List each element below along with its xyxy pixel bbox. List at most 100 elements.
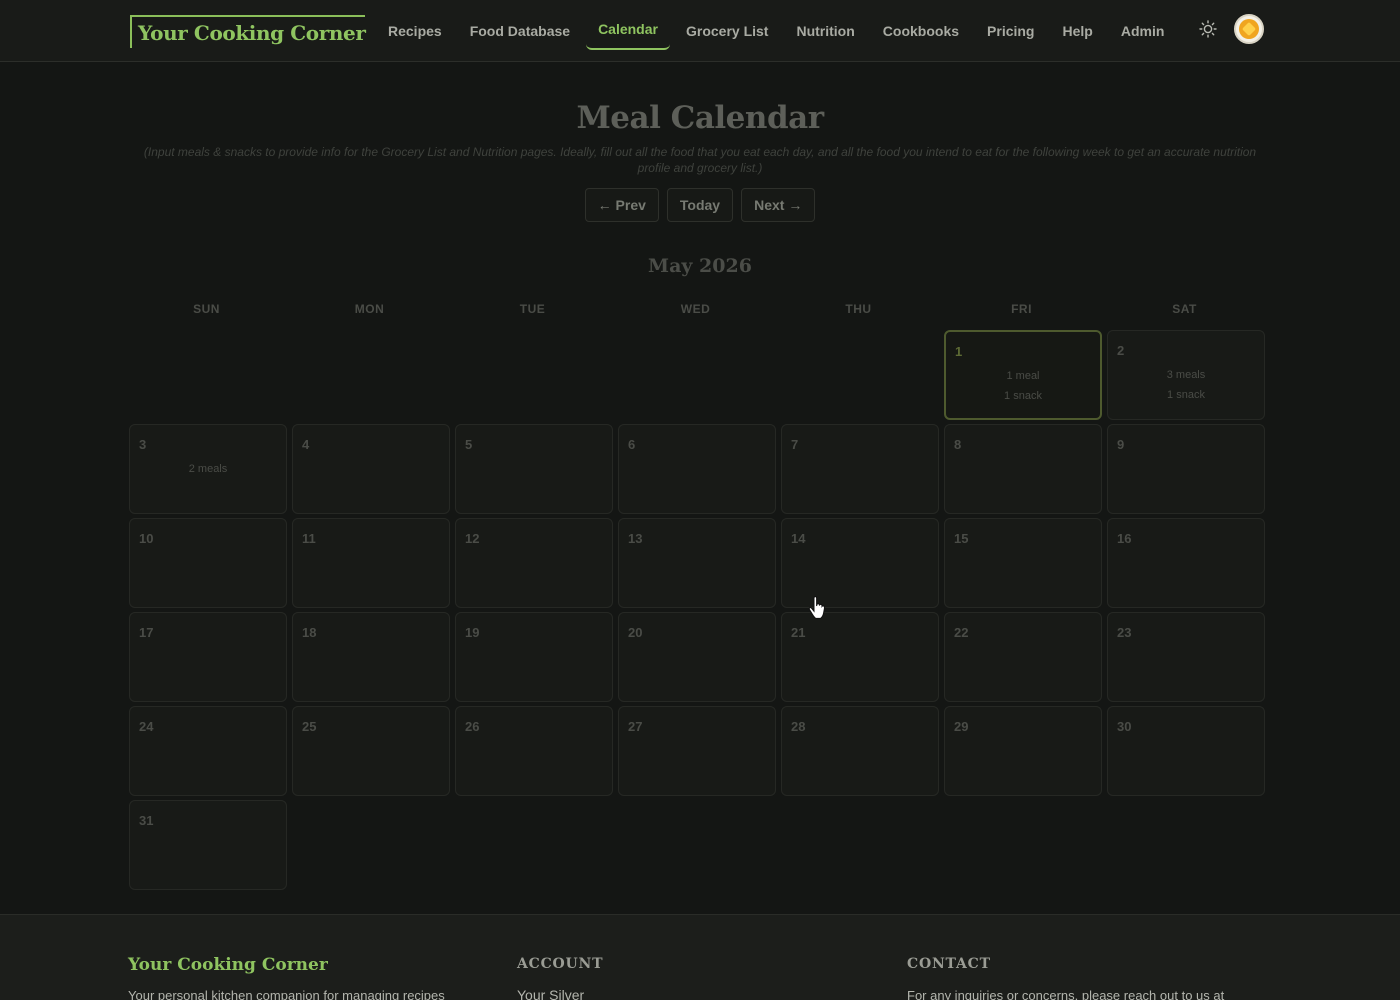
day-cell-12[interactable]: 12 xyxy=(455,518,613,608)
today-button[interactable]: Today xyxy=(666,188,734,222)
nav-admin[interactable]: Admin xyxy=(1109,15,1177,47)
day-number: 1 xyxy=(955,344,963,359)
day-number: 20 xyxy=(628,625,643,640)
weekday-label-tue: TUE xyxy=(519,302,546,316)
weekday-label-thu: THU xyxy=(845,302,872,316)
day-cell-7[interactable]: 7 xyxy=(781,424,939,514)
nav-cookbooks[interactable]: Cookbooks xyxy=(871,15,971,47)
day-cell-5[interactable]: 5 xyxy=(455,424,613,514)
day-cell-15[interactable]: 15 xyxy=(944,518,1102,608)
day-cell-19[interactable]: 19 xyxy=(455,612,613,702)
day-number: 5 xyxy=(465,437,473,452)
meal-count-label: 3 meals xyxy=(1166,369,1206,381)
day-cell-9[interactable]: 9 xyxy=(1107,424,1265,514)
day-cell-3[interactable]: 3 2 meals xyxy=(129,424,287,514)
nav-help[interactable]: Help xyxy=(1051,15,1105,47)
main-nav: Recipes Food Database Calendar Grocery List… xyxy=(376,0,1180,62)
meal-count-label: 1 snack xyxy=(1167,389,1205,401)
hand-pointer-icon xyxy=(808,596,825,619)
user-avatar[interactable] xyxy=(1234,14,1264,44)
next-month-button[interactable]: Next → xyxy=(741,188,816,222)
meal-count-label: 1 meal xyxy=(1006,370,1040,382)
day-cell-4[interactable]: 4 xyxy=(292,424,450,514)
nav-calendar[interactable]: Calendar xyxy=(586,13,670,50)
day-cell-13[interactable]: 13 xyxy=(618,518,776,608)
day-cell-1[interactable]: 1 1 meal 1 snack xyxy=(944,330,1102,420)
sun-icon[interactable] xyxy=(1196,17,1220,41)
day-number: 2 xyxy=(1117,343,1125,358)
day-number: 29 xyxy=(954,719,969,734)
day-number: 22 xyxy=(954,625,969,640)
footer-account-link[interactable]: Your Silver xyxy=(517,987,584,1000)
day-cell-26[interactable]: 26 xyxy=(455,706,613,796)
meal-count-label: 1 snack xyxy=(1004,390,1042,402)
day-cell-31[interactable]: 31 xyxy=(129,800,287,890)
day-cell-2[interactable]: 2 3 meals 1 snack xyxy=(1107,330,1265,420)
weekday-label-fri: FRI xyxy=(1011,302,1032,316)
day-number: 17 xyxy=(139,625,154,640)
day-cell-8[interactable]: 8 xyxy=(944,424,1102,514)
day-cell-30[interactable]: 30 xyxy=(1107,706,1265,796)
day-cell-21[interactable]: 21 xyxy=(781,612,939,702)
day-meal-summary: 1 meal 1 snack xyxy=(946,366,1100,406)
footer-account-heading: ACCOUNT xyxy=(517,956,604,972)
day-number: 12 xyxy=(465,531,480,546)
page-title: Meal Calendar xyxy=(576,100,824,136)
day-cell-29[interactable]: 29 xyxy=(944,706,1102,796)
day-number: 9 xyxy=(1117,437,1125,452)
day-cell-27[interactable]: 27 xyxy=(618,706,776,796)
day-cell-18[interactable]: 18 xyxy=(292,612,450,702)
month-navigation: ← Prev Today Next → xyxy=(0,188,1400,222)
day-number: 16 xyxy=(1117,531,1132,546)
day-number: 7 xyxy=(791,437,799,452)
day-cell-20[interactable]: 20 xyxy=(618,612,776,702)
day-number: 26 xyxy=(465,719,480,734)
brand-logo[interactable]: Your Cooking Corner xyxy=(130,15,366,48)
footer-description: Your personal kitchen companion for mana… xyxy=(128,988,445,1000)
day-meal-summary: 2 meals xyxy=(130,459,286,479)
day-number: 15 xyxy=(954,531,969,546)
weekday-header: SUN MON TUE WED THU FRI SAT xyxy=(127,302,1267,318)
day-cell-11[interactable]: 11 xyxy=(292,518,450,608)
day-number: 30 xyxy=(1117,719,1132,734)
day-meal-summary: 3 meals 1 snack xyxy=(1108,365,1264,405)
nav-food-database[interactable]: Food Database xyxy=(458,15,582,47)
day-number: 6 xyxy=(628,437,636,452)
month-title: May 2026 xyxy=(648,255,752,277)
day-number: 23 xyxy=(1117,625,1132,640)
day-number: 24 xyxy=(139,719,154,734)
nav-recipes[interactable]: Recipes xyxy=(376,15,454,47)
day-number: 14 xyxy=(791,531,806,546)
weekday-label-sat: SAT xyxy=(1172,302,1197,316)
day-cell-23[interactable]: 23 xyxy=(1107,612,1265,702)
day-cell-22[interactable]: 22 xyxy=(944,612,1102,702)
day-cell-17[interactable]: 17 xyxy=(129,612,287,702)
nav-nutrition[interactable]: Nutrition xyxy=(784,15,866,47)
nav-grocery-list[interactable]: Grocery List xyxy=(674,15,780,47)
meal-count-label: 2 meals xyxy=(188,463,228,475)
day-number: 19 xyxy=(465,625,480,640)
day-number: 4 xyxy=(302,437,310,452)
avatar-image xyxy=(1239,19,1259,39)
day-cell-10[interactable]: 10 xyxy=(129,518,287,608)
day-cell-28[interactable]: 28 xyxy=(781,706,939,796)
nav-pricing[interactable]: Pricing xyxy=(975,15,1046,47)
day-number: 13 xyxy=(628,531,643,546)
day-number: 10 xyxy=(139,531,154,546)
day-number: 27 xyxy=(628,719,643,734)
day-cell-25[interactable]: 25 xyxy=(292,706,450,796)
weekday-label-wed: WED xyxy=(680,302,711,316)
page-subtitle: (Input meals & snacks to provide info fo… xyxy=(143,145,1257,175)
weekday-label-sun: SUN xyxy=(193,302,220,316)
day-cell-24[interactable]: 24 xyxy=(129,706,287,796)
day-cell-6[interactable]: 6 xyxy=(618,424,776,514)
day-number: 31 xyxy=(139,813,154,828)
day-number: 3 xyxy=(139,437,147,452)
footer: Your Cooking Corner Your personal kitche… xyxy=(0,914,1400,1000)
day-cell-16[interactable]: 16 xyxy=(1107,518,1265,608)
weekday-label-mon: MON xyxy=(354,302,385,316)
day-cell-14[interactable]: 14 xyxy=(781,518,939,608)
prev-month-button[interactable]: ← Prev xyxy=(584,188,659,222)
day-number: 21 xyxy=(791,625,806,640)
day-number: 28 xyxy=(791,719,806,734)
